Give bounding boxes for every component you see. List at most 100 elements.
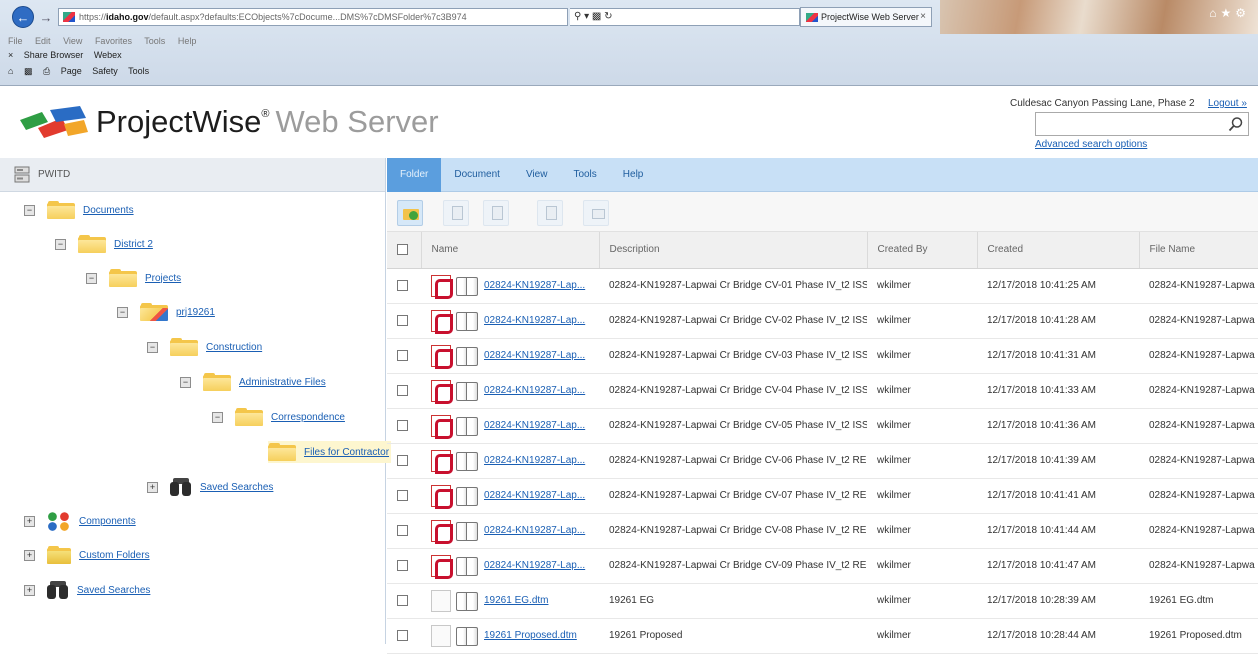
document-name-link[interactable]: 02824-KN19287-Lap... <box>484 420 585 431</box>
rss-icon[interactable]: ▩ <box>24 66 33 76</box>
collapse-toggle-icon[interactable]: − <box>147 341 158 353</box>
webex-button[interactable]: Webex <box>94 50 122 60</box>
document-name-link[interactable]: 02824-KN19287-Lap... <box>484 280 585 291</box>
tree-node-district-2[interactable]: − District 2 <box>55 233 153 255</box>
document-name-link[interactable]: 19261 Proposed.dtm <box>484 630 577 641</box>
select-all-column[interactable] <box>387 232 422 269</box>
tree-node-label[interactable]: Correspondence <box>271 412 345 423</box>
book-icon[interactable] <box>456 521 478 541</box>
table-row[interactable]: 19261 EG.dtm 19261 EG wkilmer 12/17/2018… <box>387 583 1258 619</box>
tools-menu[interactable]: Tools <box>128 66 149 76</box>
menu-file[interactable]: File <box>8 36 23 46</box>
menu-edit[interactable]: Edit <box>35 36 51 46</box>
tree-node-label[interactable]: Saved Searches <box>200 482 273 493</box>
document-name-link[interactable]: 02824-KN19287-Lap... <box>484 490 585 501</box>
tree-node-label[interactable]: Components <box>79 516 136 527</box>
book-icon[interactable] <box>456 556 478 576</box>
tree-node-construction[interactable]: − Construction <box>147 336 262 358</box>
expand-toggle-icon[interactable]: + <box>24 584 35 596</box>
table-row[interactable]: 02824-KN19287-Lap... 02824-KN19287-Lapwa… <box>387 548 1258 584</box>
document-name-link[interactable]: 02824-KN19287-Lap... <box>484 315 585 326</box>
select-all-checkbox[interactable] <box>397 244 408 256</box>
tree-node-correspondence[interactable]: − Correspondence <box>212 406 345 428</box>
menu-favorites[interactable]: Favorites <box>95 36 132 46</box>
column-header-name[interactable]: Name <box>421 232 600 269</box>
book-icon[interactable] <box>456 626 478 646</box>
collapse-toggle-icon[interactable]: − <box>55 238 66 250</box>
edit-document-button[interactable] <box>537 200 563 226</box>
column-header-created-by[interactable]: Created By <box>867 232 978 269</box>
logout-link[interactable]: Logout » <box>1208 98 1247 109</box>
row-checkbox[interactable] <box>397 489 408 501</box>
collapse-toggle-icon[interactable]: − <box>180 376 191 388</box>
table-row[interactable]: 02824-KN19287-Lap... 02824-KN19287-Lapwa… <box>387 338 1258 374</box>
table-row[interactable]: 02824-KN19287-Lap... 02824-KN19287-Lapwa… <box>387 478 1258 514</box>
print-icon[interactable]: ⎙ <box>43 66 50 76</box>
collapse-toggle-icon[interactable]: − <box>86 272 97 284</box>
tree-node-saved-searches[interactable]: + Saved Searches <box>24 579 150 601</box>
menu-help[interactable]: Help <box>178 36 197 46</box>
row-checkbox[interactable] <box>397 279 408 291</box>
tree-node-projects[interactable]: − Projects <box>86 267 181 289</box>
column-header-file-name[interactable]: File Name <box>1139 232 1258 269</box>
table-row[interactable]: 02824-KN19287-Lap... 02824-KN19287-Lapwa… <box>387 513 1258 549</box>
home-icon[interactable]: ⌂ <box>8 66 13 76</box>
collapse-toggle-icon[interactable]: − <box>212 411 223 423</box>
tree-node-label[interactable]: Administrative Files <box>239 377 326 388</box>
back-arrow-icon[interactable]: ← <box>12 6 34 28</box>
check-out-button[interactable] <box>483 200 509 226</box>
menu-tools[interactable]: Tools <box>144 36 165 46</box>
forward-arrow-icon[interactable]: → <box>38 6 54 28</box>
close-favbar-icon[interactable]: × <box>8 50 13 60</box>
row-checkbox[interactable] <box>397 454 408 466</box>
tree-node-label[interactable]: Projects <box>145 273 181 284</box>
row-checkbox[interactable] <box>397 314 408 326</box>
safety-menu[interactable]: Safety <box>92 66 118 76</box>
table-row[interactable]: 02824-KN19287-Lap... 02824-KN19287-Lapwa… <box>387 303 1258 339</box>
tree-node-administrative-files[interactable]: − Administrative Files <box>180 371 326 393</box>
tree-node-label[interactable]: prj19261 <box>176 307 215 318</box>
tree-node-label[interactable]: Custom Folders <box>79 550 150 561</box>
column-header-description[interactable]: Description <box>599 232 868 269</box>
row-checkbox[interactable] <box>397 419 408 431</box>
browser-tab[interactable]: ProjectWise Web Server × <box>800 7 932 27</box>
table-row[interactable]: 02824-KN19287-Lap... 02824-KN19287-Lapwa… <box>387 373 1258 409</box>
row-checkbox[interactable] <box>397 559 408 571</box>
tree-node-components[interactable]: + Components <box>24 510 136 532</box>
book-icon[interactable] <box>456 591 478 611</box>
tree-node-label[interactable]: District 2 <box>114 239 153 250</box>
tab-view[interactable]: View <box>513 158 561 192</box>
new-folder-button[interactable] <box>397 200 423 226</box>
document-name-link[interactable]: 02824-KN19287-Lap... <box>484 525 585 536</box>
tree-node-custom-folders[interactable]: + Custom Folders <box>24 544 150 566</box>
book-icon[interactable] <box>456 486 478 506</box>
tree-node-prj19261[interactable]: − prj19261 <box>117 301 215 323</box>
export-button[interactable] <box>583 200 609 226</box>
tab-help[interactable]: Help <box>610 158 657 192</box>
address-tools[interactable]: ⚲ ▾ ▩ ↻ <box>570 8 800 26</box>
search-lock-refresh-icons[interactable]: ⚲ ▾ ▩ ↻ <box>574 11 613 22</box>
share-browser-button[interactable]: Share Browser <box>24 50 84 60</box>
home-star-gear-icons[interactable]: ⌂★⚙ <box>1209 6 1250 20</box>
tab-document[interactable]: Document <box>441 158 513 192</box>
document-name-link[interactable]: 02824-KN19287-Lap... <box>484 385 585 396</box>
table-row[interactable]: 02824-KN19287-Lap... 02824-KN19287-Lapwa… <box>387 408 1258 444</box>
expand-toggle-icon[interactable]: + <box>147 481 158 493</box>
tree-node-files-for-contractor[interactable]: Files for Contractor <box>268 441 392 463</box>
tree-node-saved-searches-project[interactable]: + Saved Searches <box>147 476 273 498</box>
tree-node-label[interactable]: Files for Contractor <box>304 447 389 458</box>
book-icon[interactable] <box>456 311 478 331</box>
search-icon[interactable] <box>1228 116 1244 132</box>
tab-folder[interactable]: Folder <box>387 157 442 192</box>
tree-node-label[interactable]: Saved Searches <box>77 585 150 596</box>
book-icon[interactable] <box>456 381 478 401</box>
row-checkbox[interactable] <box>397 629 408 641</box>
table-row[interactable]: 19261 Proposed.dtm 19261 Proposed wkilme… <box>387 618 1258 654</box>
book-icon[interactable] <box>456 451 478 471</box>
document-name-link[interactable]: 02824-KN19287-Lap... <box>484 560 585 571</box>
row-checkbox[interactable] <box>397 384 408 396</box>
address-bar[interactable]: https://idaho.gov/default.aspx?defaults:… <box>58 8 568 26</box>
table-row[interactable]: 02824-KN19287-Lap... 02824-KN19287-Lapwa… <box>387 268 1258 304</box>
book-icon[interactable] <box>456 276 478 296</box>
new-document-button[interactable] <box>443 200 469 226</box>
